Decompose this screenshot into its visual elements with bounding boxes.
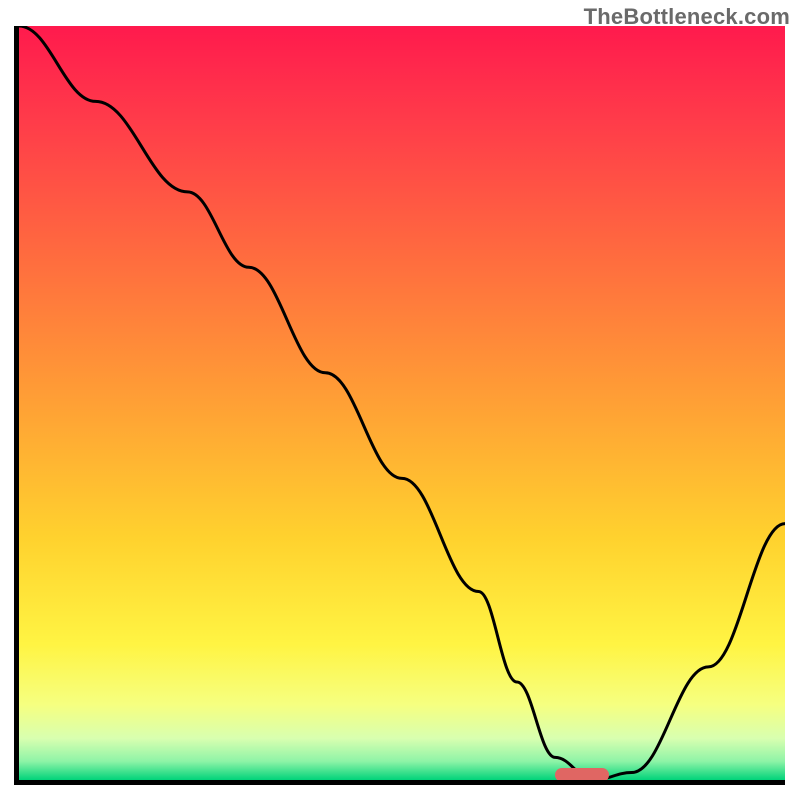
watermark-text: TheBottleneck.com: [584, 4, 790, 30]
optimum-marker: [555, 768, 609, 780]
plot-area: [19, 26, 785, 780]
bottleneck-chart: TheBottleneck.com: [0, 0, 800, 800]
plot-axes: [14, 26, 785, 785]
bottleneck-curve: [19, 26, 785, 780]
